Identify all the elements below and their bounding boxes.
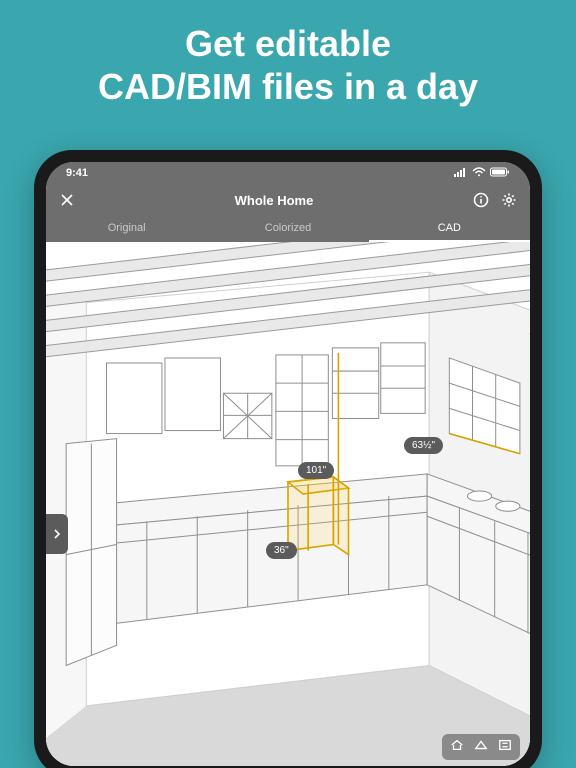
tablet-frame: 9:41 Whole Home <box>34 150 542 768</box>
app-store-screenshot: Get editable CAD/BIM files in a day 9:41 <box>0 0 576 768</box>
view-toolbar <box>442 734 520 760</box>
expand-panel-button[interactable] <box>46 514 68 554</box>
tab-label: Original <box>108 222 146 234</box>
battery-icon <box>490 167 510 180</box>
marketing-headline: Get editable CAD/BIM files in a day <box>0 22 576 108</box>
tab-original[interactable]: Original <box>46 216 207 242</box>
cad-viewport[interactable]: 101" 36" 63½" <box>46 242 530 766</box>
wifi-icon <box>472 167 486 180</box>
status-time: 9:41 <box>66 167 88 179</box>
nav-bar: Whole Home <box>46 184 530 216</box>
page-title: Whole Home <box>84 193 464 208</box>
headline-line1: Get editable <box>185 23 391 64</box>
perspective-icon[interactable] <box>474 738 488 757</box>
settings-button[interactable] <box>500 191 518 209</box>
status-bar: 9:41 <box>46 162 530 184</box>
tab-colorized[interactable]: Colorized <box>207 216 368 242</box>
tab-cad[interactable]: CAD <box>369 216 530 242</box>
status-icons <box>454 167 510 180</box>
close-button[interactable] <box>58 191 76 209</box>
tab-label: CAD <box>438 222 461 234</box>
tablet-screen: 9:41 Whole Home <box>46 162 530 766</box>
measurement-label[interactable]: 101" <box>298 462 334 479</box>
headline-line2: CAD/BIM files in a day <box>98 66 478 107</box>
measurement-label[interactable]: 63½" <box>404 437 443 454</box>
home-icon[interactable] <box>450 738 464 757</box>
tab-label: Colorized <box>265 222 311 234</box>
fit-view-icon[interactable] <box>498 738 512 757</box>
signal-icon <box>454 167 468 180</box>
room-rendering <box>46 242 530 766</box>
info-button[interactable] <box>472 191 490 209</box>
measurement-label[interactable]: 36" <box>266 542 297 559</box>
view-tabs: Original Colorized CAD <box>46 216 530 242</box>
